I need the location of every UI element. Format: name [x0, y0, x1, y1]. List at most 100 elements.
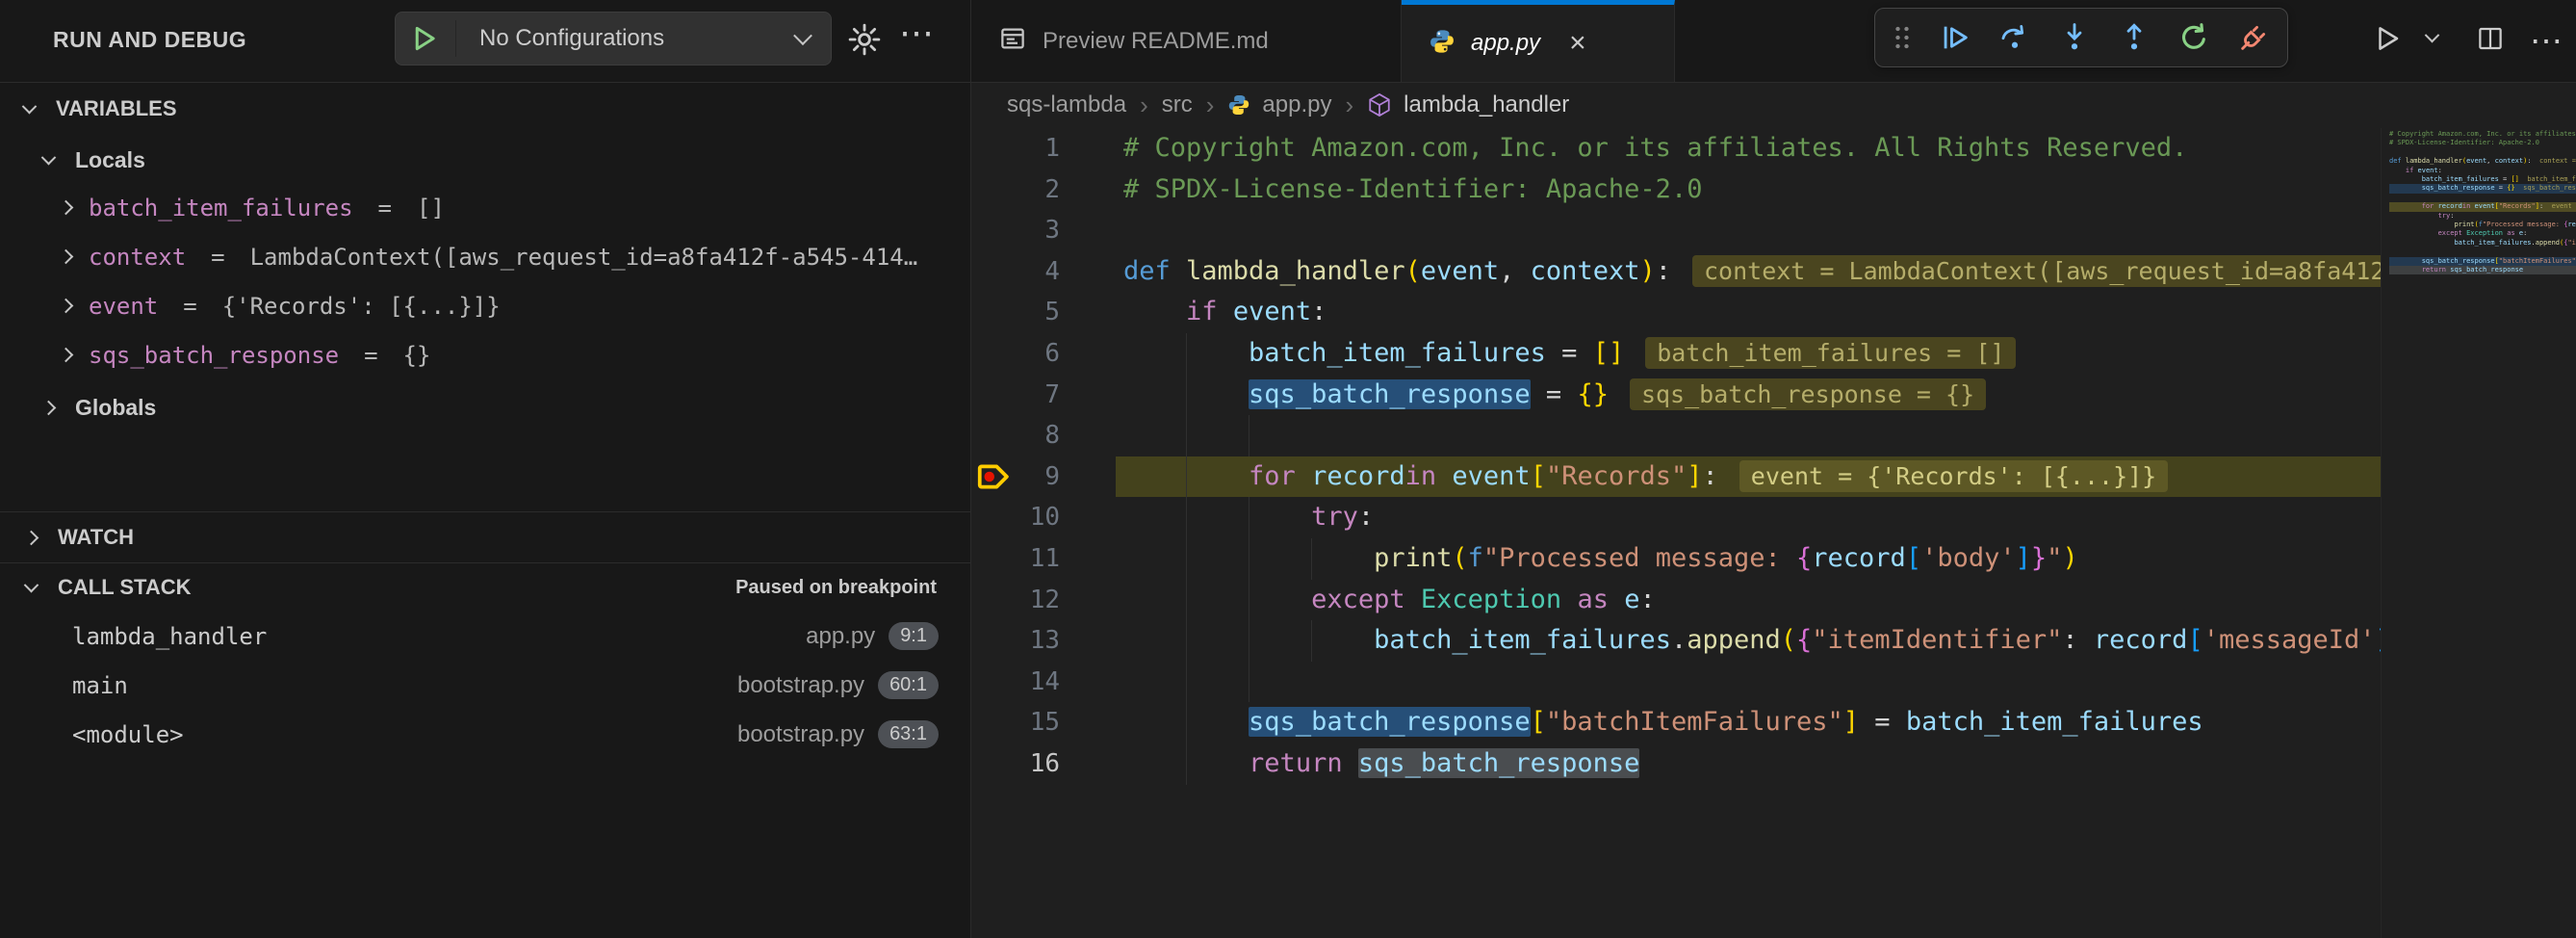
code-line[interactable] — [1116, 210, 2382, 251]
variable-row[interactable]: event={'Records': [{...}]} — [61, 281, 501, 330]
line-number[interactable]: 1 — [971, 128, 1060, 169]
code-line[interactable]: # SPDX-License-Identifier: Apache-2.0 — [1116, 169, 2382, 211]
variable-row[interactable]: context=LambdaContext([aws_request_id=a8… — [61, 232, 917, 281]
call-stack-frame[interactable]: mainbootstrap.py60:1 — [0, 661, 939, 710]
editor-actions: ⋯ — [2373, 0, 2563, 82]
code-line[interactable]: except Exception as e: — [1116, 580, 2382, 621]
frame-name: lambda_handler — [72, 623, 267, 650]
variable-value: [] — [417, 195, 445, 221]
code-line[interactable] — [1116, 415, 2382, 456]
frame-file: bootstrap.py — [737, 721, 864, 748]
tab-app-py[interactable]: app.py × — [1402, 0, 1675, 82]
code-line[interactable]: batch_item_failures = []batch_item_failu… — [1116, 333, 2382, 375]
variables-section-header[interactable]: VARIABLES — [24, 91, 177, 126]
minimap-line: # SPDX-License-Identifier: Apache-2.0 — [2389, 139, 2576, 147]
code-line[interactable]: print(f"Processed message: {record['body… — [1116, 538, 2382, 580]
line-number[interactable]: 4 — [971, 251, 1060, 293]
chevron-right-icon: › — [1204, 91, 1217, 120]
chevron-right-icon — [24, 530, 39, 545]
line-number[interactable]: 7 — [971, 375, 1060, 416]
debug-inline-value: event = {'Records': [{...}]} — [1739, 460, 2168, 492]
line-number[interactable]: 11 — [971, 538, 1060, 580]
line-number[interactable]: 6 — [971, 333, 1060, 375]
variable-row[interactable]: batch_item_failures=[] — [61, 183, 445, 232]
frame-name: <module> — [72, 721, 184, 748]
step-over-icon[interactable] — [1996, 19, 2033, 56]
step-out-icon[interactable] — [2116, 19, 2152, 56]
line-number[interactable]: 13 — [971, 620, 1060, 662]
debug-toolbar — [1874, 8, 2288, 67]
step-into-icon[interactable] — [2056, 19, 2093, 56]
restart-icon[interactable] — [2176, 19, 2212, 56]
chevron-right-icon — [59, 348, 74, 363]
indent-guide — [1311, 620, 1312, 662]
indent-guide — [1186, 702, 1187, 743]
call-stack-frame[interactable]: <module>bootstrap.py63:1 — [0, 710, 939, 759]
watch-section-header[interactable]: WATCH — [26, 515, 134, 560]
code-line[interactable]: if event: — [1116, 292, 2382, 333]
breadcrumb-symbol[interactable]: lambda_handler — [1404, 91, 1569, 118]
drag-handle-icon[interactable] — [1891, 19, 1914, 56]
breadcrumb-folder[interactable]: src — [1162, 91, 1193, 118]
tab-preview-readme[interactable]: Preview README.md — [971, 0, 1402, 82]
paused-breakpoint-icon[interactable] — [977, 456, 1016, 498]
minimap-line: def lambda_handler(event, context): cont… — [2389, 157, 2576, 166]
indent-guide — [1311, 538, 1312, 580]
frame-position-badge: 60:1 — [878, 671, 939, 699]
more-actions-icon[interactable]: ⋯ — [893, 10, 940, 56]
code-line[interactable]: # Copyright Amazon.com, Inc. or its affi… — [1116, 128, 2382, 169]
debug-config-dropdown[interactable]: No Configurations — [395, 12, 832, 65]
more-actions-icon[interactable]: ⋯ — [2530, 22, 2563, 61]
close-icon[interactable]: × — [1569, 29, 1586, 58]
line-number[interactable]: 10 — [971, 497, 1060, 538]
continue-icon[interactable] — [1937, 19, 1973, 56]
call-stack-frame[interactable]: lambda_handlerapp.py9:1 — [0, 612, 939, 661]
disconnect-icon[interactable] — [2235, 19, 2272, 56]
run-and-debug-panel: RUN AND DEBUG No Configurations ⋯ VARIAB… — [0, 0, 971, 938]
code-line[interactable]: def lambda_handler(event, context):conte… — [1116, 251, 2382, 293]
code-line[interactable]: sqs_batch_response["batchItemFailures"] … — [1116, 702, 2382, 743]
line-number[interactable]: 14 — [971, 662, 1060, 703]
gear-icon[interactable] — [843, 18, 886, 61]
line-number[interactable]: 15 — [971, 702, 1060, 743]
line-number[interactable]: 12 — [971, 580, 1060, 621]
variable-value: {} — [403, 342, 431, 369]
code-line[interactable]: return sqs_batch_response — [1116, 743, 2382, 785]
minimap[interactable]: # Copyright Amazon.com, Inc. or its affi… — [2381, 128, 2576, 938]
minimap-line: print(f"Processed message: {record['body… — [2389, 221, 2576, 229]
breadcrumb-folder[interactable]: sqs-lambda — [1007, 91, 1126, 118]
line-number[interactable]: 5 — [971, 292, 1060, 333]
indent-guide — [1186, 333, 1187, 375]
chevron-down-icon — [22, 98, 38, 114]
debug-status-text: Paused on breakpoint — [735, 566, 937, 609]
run-icon[interactable] — [2373, 24, 2402, 58]
code-line[interactable] — [1116, 662, 2382, 703]
minimap-line: except Exception as e: — [2389, 229, 2576, 238]
code-editor[interactable]: 12345678910111213141516 # Copyright Amaz… — [971, 128, 2382, 938]
globals-scope[interactable]: Globals — [43, 383, 156, 431]
locals-scope[interactable]: Locals — [43, 143, 145, 177]
breadcrumb-file[interactable]: app.py — [1262, 91, 1331, 118]
run-dropdown-chevron-icon[interactable] — [2425, 28, 2440, 43]
line-number[interactable]: 2 — [971, 169, 1060, 211]
start-debug-icon[interactable] — [396, 20, 456, 57]
line-number[interactable]: 16 — [971, 743, 1060, 785]
code-line[interactable]: batch_item_failures.append({"itemIdentif… — [1116, 620, 2382, 662]
debug-config-label: No Configurations — [456, 25, 796, 52]
variable-value: {'Records': [{...}]} — [222, 293, 501, 320]
line-number[interactable]: 8 — [971, 415, 1060, 456]
breadcrumb: sqs-lambda › src › app.py › lambda_handl… — [971, 82, 2576, 128]
variable-name: sqs_batch_response — [89, 342, 339, 369]
split-editor-icon[interactable] — [2476, 24, 2505, 58]
minimap-line — [2389, 194, 2576, 202]
variable-name: context — [89, 244, 186, 271]
line-number[interactable]: 3 — [971, 210, 1060, 251]
variable-row[interactable]: sqs_batch_response={} — [61, 330, 430, 379]
code-line[interactable]: sqs_batch_response = {}sqs_batch_respons… — [1116, 375, 2382, 416]
code-line[interactable]: try: — [1116, 497, 2382, 538]
frame-file: app.py — [806, 623, 875, 650]
code-line[interactable]: for recordin event["Records"]:event = {'… — [1116, 456, 2382, 498]
chevron-right-icon — [59, 299, 74, 314]
call-stack-section-header[interactable]: CALL STACK Paused on breakpoint — [0, 566, 970, 609]
minimap-line: sqs_batch_response = {} sqs_batch_respon… — [2389, 184, 2576, 193]
